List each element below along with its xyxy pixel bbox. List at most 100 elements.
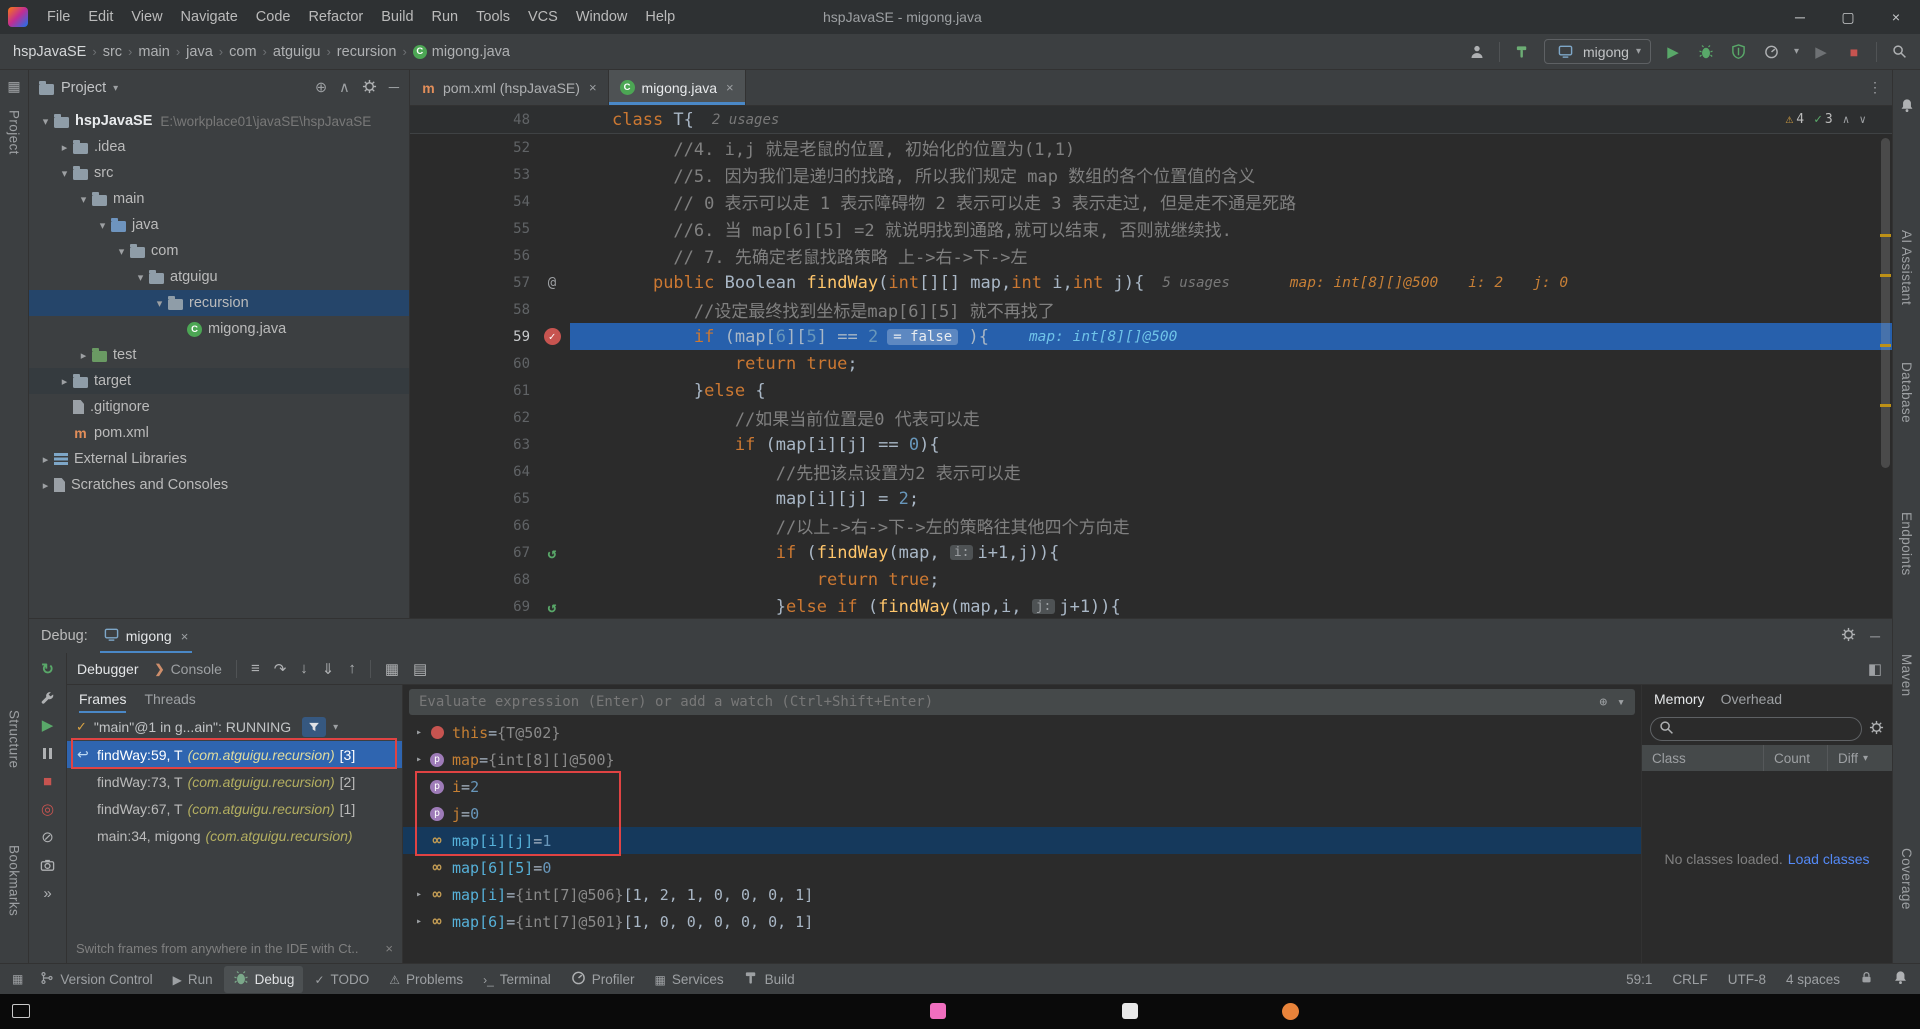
chevron-down-icon[interactable]: ▾ xyxy=(1617,695,1625,710)
line-number[interactable]: 57 xyxy=(410,275,534,291)
tree-item-src[interactable]: ▾ src xyxy=(29,160,409,186)
menu-vcs[interactable]: VCS xyxy=(519,4,567,30)
code-line-61[interactable]: 61 } else { xyxy=(410,377,1892,404)
code-line-53[interactable]: 53 //5. 因为我们是递归的找路, 所以我们规定 map 数组的各个位置值的… xyxy=(410,161,1892,188)
sidebar-item-coverage[interactable]: Coverage xyxy=(1899,848,1914,910)
chevron-down-icon[interactable]: ▾ xyxy=(1794,46,1799,57)
memory-column-class[interactable]: Class xyxy=(1642,745,1764,771)
chevron-down-icon[interactable]: ▾ xyxy=(333,722,338,733)
menu-file[interactable]: File xyxy=(38,4,79,30)
breadcrumb-item-hspjavase[interactable]: hspJavaSE xyxy=(10,42,89,62)
recursive-call-icon[interactable]: ↺ xyxy=(547,544,556,562)
line-number[interactable]: 65 xyxy=(410,491,534,507)
tool-window-switcher-icon[interactable]: ▦ xyxy=(7,78,20,95)
tree-chevron-icon[interactable]: ▸ xyxy=(37,453,54,466)
line-number[interactable]: 61 xyxy=(410,383,534,399)
taskbar-window-icon[interactable] xyxy=(12,1004,30,1018)
run-button[interactable]: ▶ xyxy=(1662,41,1684,63)
pause-icon[interactable] xyxy=(39,744,57,762)
rerun-icon[interactable]: ↻ xyxy=(39,660,57,678)
hide-panel-icon[interactable]: ─ xyxy=(389,80,399,96)
taskbar-app-icon[interactable] xyxy=(1282,1003,1299,1020)
menu-help[interactable]: Help xyxy=(636,4,684,30)
menu-view[interactable]: View xyxy=(122,4,171,30)
sidebar-item-bookmarks[interactable]: Bookmarks xyxy=(7,845,22,916)
tab-console[interactable]: ❯ Console xyxy=(155,661,222,677)
tree-item-pom-xml[interactable]: m pom.xml xyxy=(29,420,409,446)
tree-item--idea[interactable]: ▸ .idea xyxy=(29,134,409,160)
settings-gear-icon[interactable] xyxy=(362,79,377,98)
warning-stripe-mark[interactable] xyxy=(1880,404,1891,407)
variable-row-this[interactable]: ▸ this = {T@502} xyxy=(403,719,1641,746)
locate-file-icon[interactable]: ⊕ xyxy=(315,80,327,96)
add-watch-icon[interactable]: ⊕ xyxy=(1599,695,1607,710)
tree-chevron-icon[interactable]: ▾ xyxy=(113,245,130,258)
tree-chevron-icon[interactable]: ▾ xyxy=(94,219,111,232)
user-icon[interactable] xyxy=(1466,41,1488,63)
tree-item-external-libraries[interactable]: ▸ External Libraries xyxy=(29,446,409,472)
line-number[interactable]: 56 xyxy=(410,248,534,264)
layout-settings-icon[interactable]: ≡ xyxy=(251,660,260,677)
line-number[interactable]: 60 xyxy=(410,356,534,372)
expand-chevron-icon[interactable]: ▸ xyxy=(411,889,427,900)
sticky-header-line[interactable]: 48 class T{2 usages ⚠ 4 ✓ 3 ∧ ∨ xyxy=(410,106,1892,134)
warning-stripe-mark[interactable] xyxy=(1880,344,1891,347)
code-line-64[interactable]: 64 //先把该点设置为2 表示可以走 xyxy=(410,458,1892,485)
breadcrumb-item-src[interactable]: src xyxy=(100,42,125,62)
variable-row-i[interactable]: pi = 2 xyxy=(403,773,1641,800)
tab-options-icon[interactable]: ⋮ xyxy=(1868,79,1882,96)
tree-chevron-icon[interactable]: ▸ xyxy=(56,375,73,388)
debug-session-tab[interactable]: migong × xyxy=(100,619,193,653)
variable-row-map-i--j-[interactable]: ∞ map[i][j] = 1 xyxy=(403,827,1641,854)
rerun-button-disabled[interactable]: ▶ xyxy=(1810,41,1832,63)
code-line-69[interactable]: 69 ↺ } else if (findWay (map,i, j: j+1)){ xyxy=(410,593,1892,618)
close-icon[interactable]: × xyxy=(181,629,189,644)
settings-gear-icon[interactable] xyxy=(1841,627,1856,645)
evaluate-grid-icon[interactable]: ▤ xyxy=(413,660,427,678)
statusbar-item-todo[interactable]: ✓ TODO xyxy=(305,966,378,993)
thread-row[interactable]: ✓ "main"@1 in g...ain": RUNNING ▾ xyxy=(67,713,402,741)
stop-icon[interactable]: ■ xyxy=(39,772,57,790)
code-line-62[interactable]: 62 //如果当前位置是0 代表可以走 xyxy=(410,404,1892,431)
step-over-icon[interactable]: ↷ xyxy=(274,660,287,678)
notifications-bell-icon[interactable] xyxy=(1893,970,1908,988)
close-button[interactable]: × xyxy=(1872,0,1920,34)
tree-item-hspjavase[interactable]: ▾ hspJavaSE E:\workplace01\javaSE\hspJavaS… xyxy=(29,108,409,134)
sidebar-item-database[interactable]: Database xyxy=(1899,362,1914,423)
code-line-52[interactable]: 52 //4. i,j 就是老鼠的位置, 初始化的位置为(1,1) xyxy=(410,134,1892,161)
build-hammer-icon[interactable] xyxy=(1511,41,1533,63)
menu-run[interactable]: Run xyxy=(423,4,468,30)
close-icon[interactable]: × xyxy=(385,941,393,956)
tree-chevron-icon[interactable]: ▾ xyxy=(56,167,73,180)
next-issue-icon[interactable]: ∨ xyxy=(1859,113,1866,126)
variable-row-map[interactable]: ▸ p map = {int[8][]@500} xyxy=(403,746,1641,773)
menu-window[interactable]: Window xyxy=(567,4,637,30)
tree-item-main[interactable]: ▾ main xyxy=(29,186,409,212)
coverage-button[interactable] xyxy=(1728,41,1750,63)
taskbar-app-icon[interactable] xyxy=(930,1003,946,1019)
close-icon[interactable]: × xyxy=(726,80,734,95)
more-icon[interactable]: » xyxy=(39,884,57,902)
warning-stripe-mark[interactable] xyxy=(1880,234,1891,237)
tree-item-recursion[interactable]: ▾ recursion xyxy=(29,290,409,316)
tree-chevron-icon[interactable]: ▸ xyxy=(75,349,92,362)
line-number[interactable]: 59 xyxy=(410,329,534,345)
code-line-54[interactable]: 54 // 0 表示可以走 1 表示障碍物 2 表示可以走 3 表示走过, 但是… xyxy=(410,188,1892,215)
maximize-button[interactable]: ▢ xyxy=(1824,0,1872,34)
line-number[interactable]: 52 xyxy=(410,140,534,156)
step-into-icon[interactable]: ↓ xyxy=(300,660,308,677)
breadcrumb-item-migong-java[interactable]: Cmigong.java xyxy=(410,42,513,62)
view-as-table-icon[interactable]: ▦ xyxy=(385,660,399,678)
variable-row-map-i-[interactable]: ▸ ∞ map[i] = {int[7]@506} [1, 2, 1, 0, 0, … xyxy=(403,881,1641,908)
tree-chevron-icon[interactable]: ▾ xyxy=(132,271,149,284)
taskbar-app-icon[interactable] xyxy=(1122,1003,1138,1019)
tree-chevron-icon[interactable]: ▾ xyxy=(37,115,54,128)
line-number[interactable]: 58 xyxy=(410,302,534,318)
tree-item-target[interactable]: ▸ target xyxy=(29,368,409,394)
line-number[interactable]: 54 xyxy=(410,194,534,210)
statusbar-item-run[interactable]: ▶ Run xyxy=(164,966,222,993)
statusbar-item-services[interactable]: ▦ Services xyxy=(646,966,733,993)
resume-icon[interactable]: ▶ xyxy=(39,716,57,734)
menu-edit[interactable]: Edit xyxy=(79,4,122,30)
variable-row-j[interactable]: pj = 0 xyxy=(403,800,1641,827)
